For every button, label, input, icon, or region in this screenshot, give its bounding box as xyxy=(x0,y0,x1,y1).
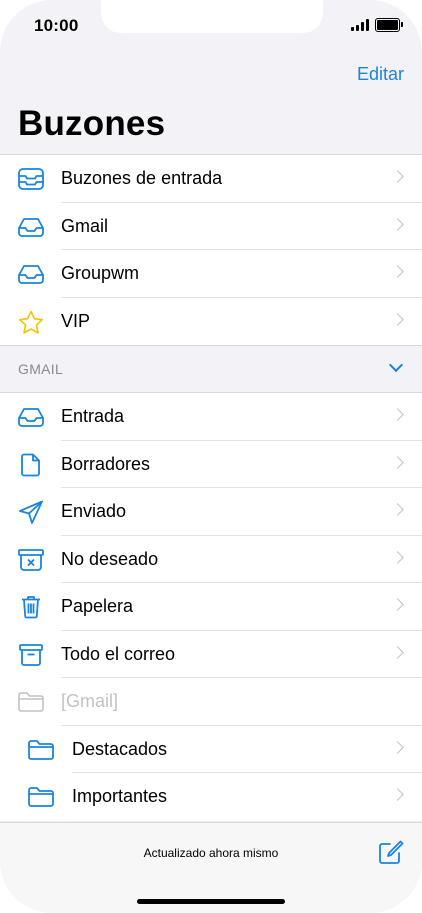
update-status: Actualizado ahora mismo xyxy=(143,846,279,860)
mailboxes-list: Buzones de entrada Gmail Groupwm VIP xyxy=(0,154,422,346)
compose-icon[interactable] xyxy=(378,839,404,865)
inbox-tray-icon xyxy=(16,262,46,286)
all-inboxes-icon xyxy=(16,167,46,191)
mailbox-row-groupwm[interactable]: Groupwm xyxy=(0,250,422,298)
page-title: Buzones xyxy=(18,104,166,143)
device-notch xyxy=(101,0,323,33)
folder-label: Todo el correo xyxy=(61,643,176,664)
chevron-right-icon xyxy=(391,598,404,611)
mailbox-label: VIP xyxy=(61,310,91,331)
home-indicator[interactable] xyxy=(137,899,285,904)
chevron-right-icon xyxy=(391,503,404,516)
folder-label: Importantes xyxy=(72,786,168,807)
folder-row-gmail-group: [Gmail] xyxy=(0,678,422,726)
inbox-tray-icon xyxy=(16,215,46,239)
inbox-tray-icon xyxy=(16,405,46,429)
document-icon xyxy=(16,453,46,477)
folder-row-entrada[interactable]: Entrada xyxy=(0,393,422,441)
folder-row-borradores[interactable]: Borradores xyxy=(0,441,422,488)
battery-icon xyxy=(375,18,403,32)
mailbox-row-gmail[interactable]: Gmail xyxy=(0,203,422,250)
system-icons xyxy=(351,18,403,32)
folder-icon xyxy=(26,738,56,762)
mailbox-row-vip[interactable]: VIP xyxy=(0,298,422,346)
chevron-right-icon xyxy=(391,408,404,421)
folder-row-destacados[interactable]: Destacados xyxy=(0,726,422,773)
chevron-down-icon[interactable] xyxy=(388,357,404,373)
status-time: 10:00 xyxy=(34,16,79,35)
folder-label: No deseado xyxy=(61,548,159,569)
section-title: GMAIL xyxy=(18,361,64,377)
folder-label: Borradores xyxy=(61,453,151,474)
mail-app-screen: 10:00 Editar Buzones Buzones de entrada xyxy=(0,0,422,913)
folder-row-importantes[interactable]: Importantes xyxy=(0,773,422,821)
folder-label: Enviado xyxy=(61,501,127,522)
chevron-right-icon xyxy=(391,312,404,326)
mailbox-row-all-inboxes[interactable]: Buzones de entrada xyxy=(0,155,422,203)
folder-label: Destacados xyxy=(72,738,168,759)
chevron-right-icon xyxy=(391,455,404,469)
trash-icon xyxy=(16,595,46,619)
chevron-right-icon xyxy=(391,645,404,659)
folder-icon xyxy=(26,785,56,809)
chevron-right-icon xyxy=(391,740,404,754)
chevron-right-icon xyxy=(391,788,404,801)
junk-bin-icon xyxy=(16,548,46,572)
archive-box-icon xyxy=(16,643,46,667)
folder-row-todo-el-correo[interactable]: Todo el correo xyxy=(0,631,422,678)
folder-row-enviado[interactable]: Enviado xyxy=(0,488,422,536)
folder-label: Papelera xyxy=(61,596,134,617)
chevron-right-icon xyxy=(391,217,404,231)
gmail-folders-list: Entrada Borradores Enviado No deseado Pa… xyxy=(0,392,422,821)
folder-icon xyxy=(16,690,46,714)
chevron-right-icon xyxy=(391,170,404,183)
section-header-gmail[interactable]: GMAIL xyxy=(0,346,422,392)
edit-button[interactable]: Editar xyxy=(357,64,404,85)
folder-row-no-deseado[interactable]: No deseado xyxy=(0,536,422,583)
mailbox-label: Buzones de entrada xyxy=(61,168,223,189)
cellular-signal-icon xyxy=(351,19,369,31)
mailbox-label: Gmail xyxy=(61,215,109,236)
folder-label: [Gmail] xyxy=(61,691,119,712)
paper-plane-icon xyxy=(16,500,46,524)
status-bar: 10:00 xyxy=(0,0,422,50)
folder-row-papelera[interactable]: Papelera xyxy=(0,583,422,631)
chevron-right-icon xyxy=(391,550,404,564)
folder-label: Entrada xyxy=(61,406,125,427)
star-icon xyxy=(16,310,46,334)
chevron-right-icon xyxy=(391,265,404,278)
mailbox-label: Groupwm xyxy=(61,263,140,284)
